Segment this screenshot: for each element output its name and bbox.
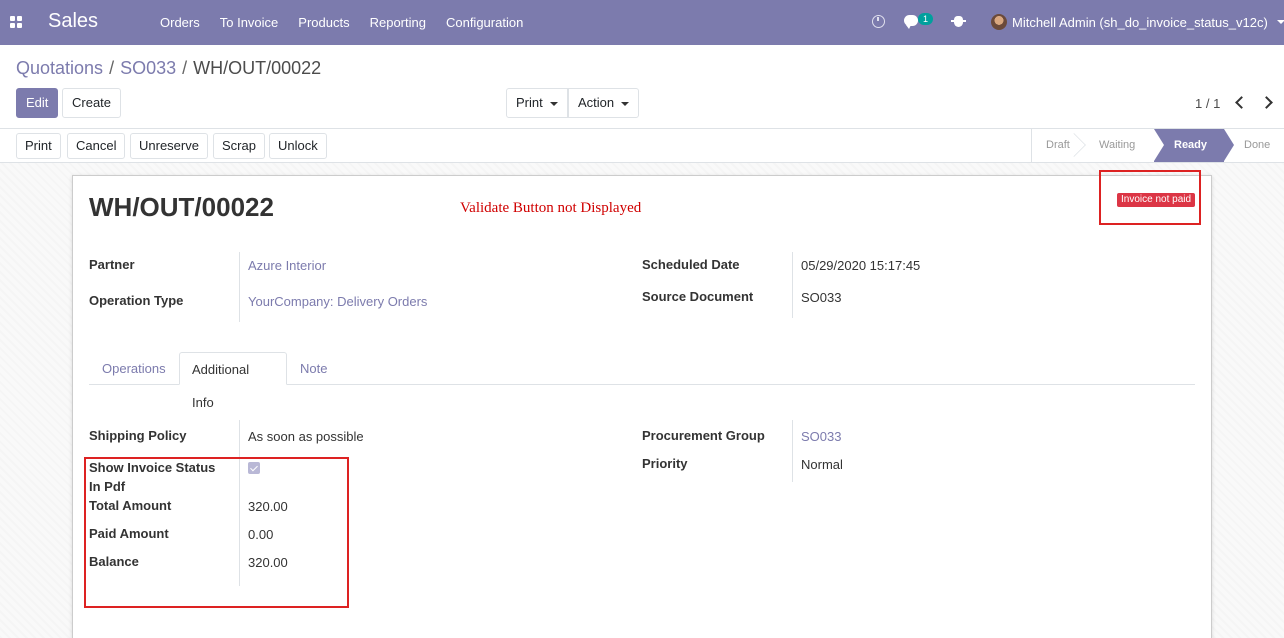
scheduled-date-label: Scheduled Date [642, 257, 740, 272]
source-document-value: SO033 [801, 290, 842, 305]
procurement-group-label: Procurement Group [642, 428, 765, 443]
annotation-box-invoice-fields [84, 457, 349, 608]
menu-orders[interactable]: Orders [150, 0, 210, 45]
menu-to-invoice[interactable]: To Invoice [210, 0, 289, 45]
field-separator [792, 420, 793, 482]
print-button[interactable]: Print [16, 133, 61, 159]
priority-value: Normal [801, 457, 843, 472]
partner-label: Partner [89, 257, 135, 272]
breadcrumb: Quotations / SO033/WH/OUT/00022 [16, 58, 321, 79]
tab-operations[interactable]: Operations [90, 352, 178, 385]
app-title[interactable]: Sales [48, 10, 98, 33]
action-dropdown-label: Action [578, 95, 615, 110]
tab-additional-info[interactable]: Additional Info [179, 352, 287, 410]
stage-ready[interactable]: Ready [1154, 129, 1234, 162]
menu-products[interactable]: Products [288, 0, 359, 45]
priority-label: Priority [642, 456, 688, 471]
pager-next-icon[interactable] [1262, 94, 1274, 110]
field-separator [239, 252, 240, 322]
activity-clock-icon[interactable] [872, 15, 885, 28]
apps-menu-icon[interactable] [10, 16, 22, 28]
breadcrumb-separator: / [109, 58, 115, 78]
unlock-button[interactable]: Unlock [269, 133, 327, 159]
invoice-status-badge: Invoice not paid [1117, 193, 1196, 207]
unreserve-button[interactable]: Unreserve [130, 133, 208, 159]
menu-reporting[interactable]: Reporting [360, 0, 436, 45]
chat-count-badge: 1 [918, 13, 933, 25]
chat-icon[interactable] [904, 15, 918, 29]
create-button[interactable]: Create [62, 88, 122, 118]
operation-type-label: Operation Type [89, 293, 184, 308]
pager-value[interactable]: 1 / 1 [1195, 96, 1220, 111]
annotation-validate-note: Validate Button not Displayed [460, 200, 642, 216]
breadcrumb-quotations[interactable]: Quotations [16, 58, 103, 78]
scrap-button[interactable]: Scrap [213, 133, 265, 159]
operation-type-value[interactable]: YourCompany: Delivery Orders [248, 292, 427, 311]
print-dropdown-button[interactable]: Print [506, 88, 568, 118]
user-menu-name[interactable]: Mitchell Admin (sh_do_invoice_status_v12… [1012, 15, 1268, 30]
chevron-down-icon [621, 101, 630, 106]
shipping-policy-label: Shipping Policy [89, 428, 187, 443]
pager-previous-icon[interactable] [1234, 94, 1246, 110]
shipping-policy-value: As soon as possible [248, 429, 364, 444]
main-menu: Orders To Invoice Products Reporting Con… [150, 0, 533, 45]
chevron-down-icon [549, 101, 558, 106]
stage-draft[interactable]: Draft [1031, 129, 1085, 162]
print-dropdown-label: Print [516, 95, 543, 110]
breadcrumb-separator: / [182, 58, 188, 78]
action-dropdown-button[interactable]: Action [568, 88, 640, 118]
procurement-group-value[interactable]: SO033 [801, 427, 841, 446]
avatar[interactable] [991, 14, 1007, 30]
user-menu-caret-icon[interactable] [1277, 20, 1284, 24]
statusbar: Draft Waiting Ready Done [1031, 129, 1284, 162]
debug-bug-icon[interactable] [951, 16, 966, 27]
field-separator [792, 252, 793, 318]
source-document-label: Source Document [642, 289, 754, 304]
cancel-button[interactable]: Cancel [67, 133, 126, 159]
partner-value[interactable]: Azure Interior [248, 256, 326, 275]
menu-configuration[interactable]: Configuration [436, 0, 533, 45]
scheduled-date-value: 05/29/2020 15:17:45 [801, 258, 921, 273]
breadcrumb-current: WH/OUT/00022 [193, 58, 322, 78]
breadcrumb-so033[interactable]: SO033 [120, 58, 176, 78]
stage-waiting[interactable]: Waiting [1085, 129, 1154, 162]
tab-note[interactable]: Note [288, 352, 339, 385]
record-title: WH/OUT/00022 [89, 192, 274, 222]
edit-button[interactable]: Edit [16, 88, 59, 118]
